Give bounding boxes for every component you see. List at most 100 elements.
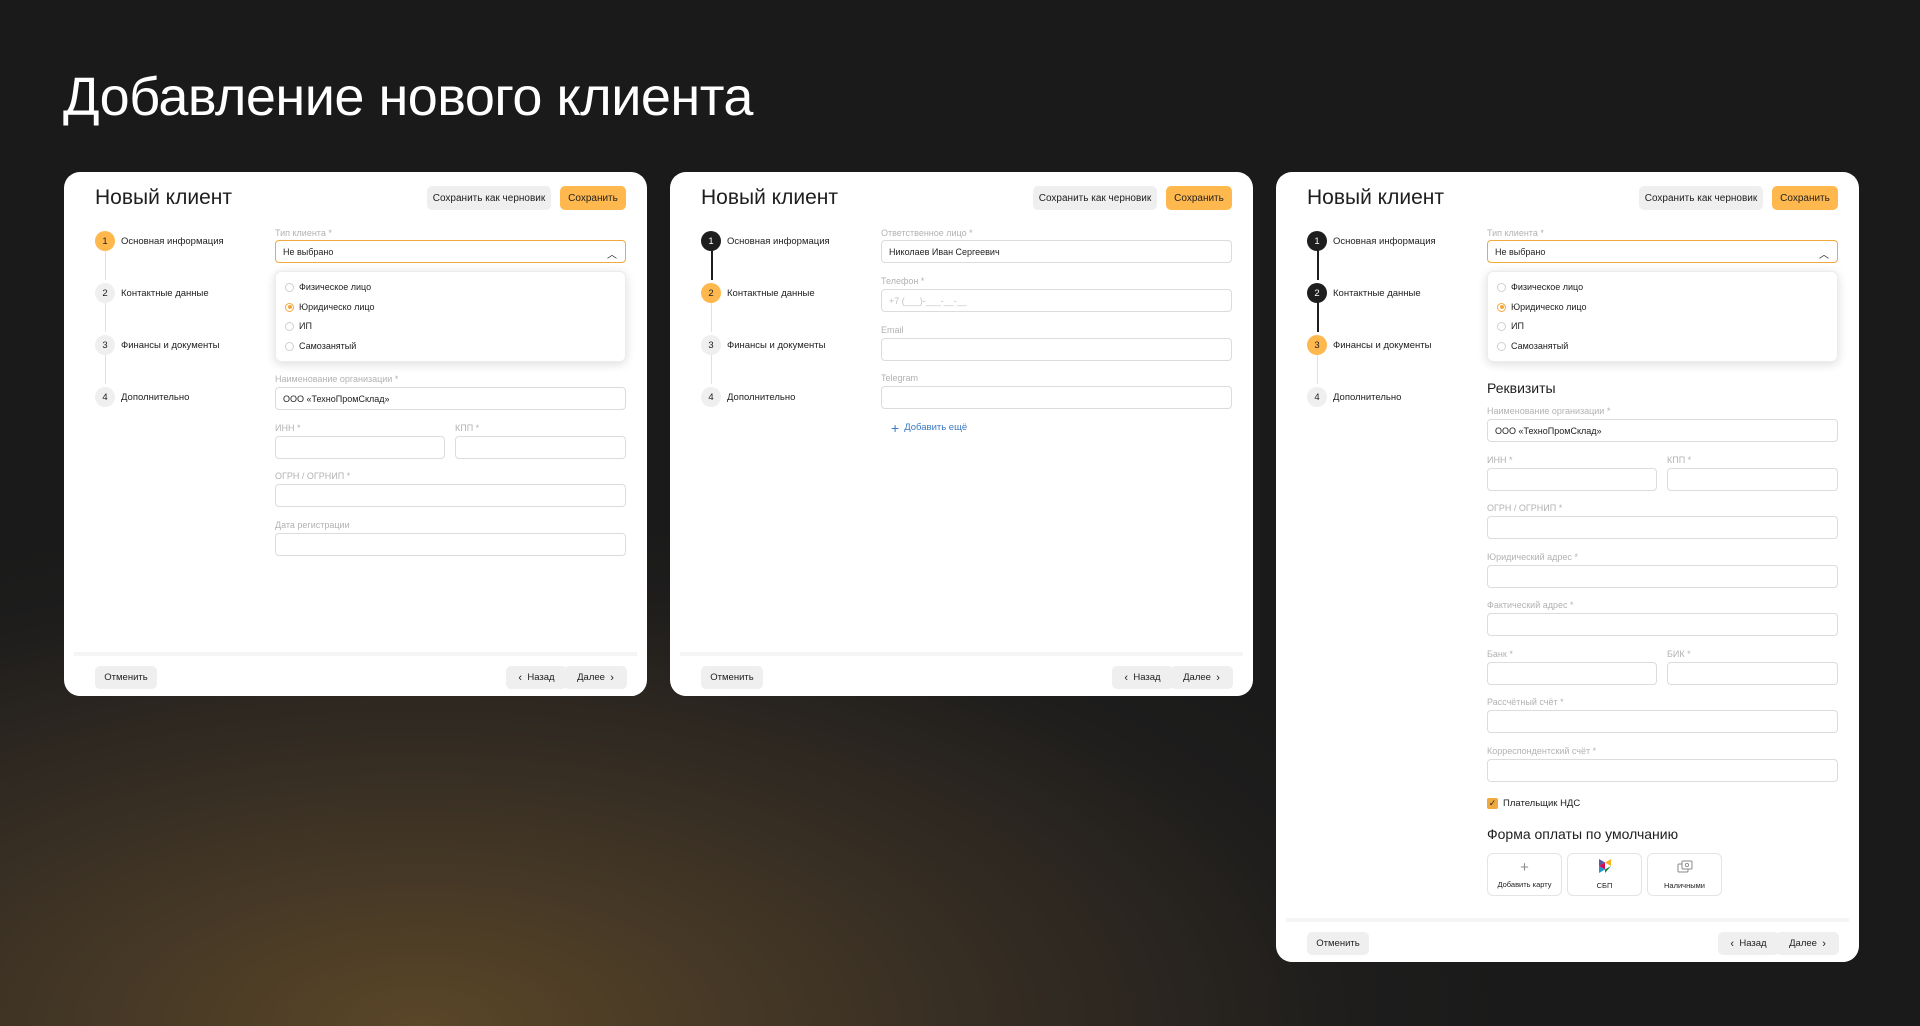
kpp-label: КПП * xyxy=(455,423,480,433)
account-label: Рассчётный счёт * xyxy=(1487,697,1564,707)
step-contacts[interactable]: 2 Контактные данные xyxy=(701,282,815,304)
chevron-right-icon: › xyxy=(610,671,614,684)
step-connector xyxy=(711,354,712,384)
option-individual[interactable]: Физическое лицо xyxy=(285,282,371,292)
option-self-employed[interactable]: Самозанятый xyxy=(285,341,356,351)
step-finance[interactable]: 3 Финансы и документы xyxy=(1307,334,1431,356)
next-button[interactable]: Далее › xyxy=(1776,932,1839,955)
option-legal-entity[interactable]: Юридическо лицо xyxy=(1497,302,1586,312)
step-number: 2 xyxy=(95,283,115,303)
step-finance[interactable]: 3 Финансы и документы xyxy=(701,334,825,356)
step-number: 1 xyxy=(1307,231,1327,251)
save-button[interactable]: Сохранить xyxy=(1166,186,1232,210)
payment-cash-tile[interactable]: Наличными xyxy=(1647,853,1722,896)
client-type-select[interactable]: Не выбрано ︿ xyxy=(1487,240,1838,263)
actual-address-input[interactable] xyxy=(1487,613,1838,636)
chevron-up-icon: ︿ xyxy=(1819,250,1829,261)
back-button[interactable]: ‹ Назад xyxy=(1112,666,1173,689)
option-legal-entity[interactable]: Юридическо лицо xyxy=(285,302,374,312)
radio-icon xyxy=(285,321,294,331)
chevron-right-icon: › xyxy=(1822,937,1826,950)
step-additional[interactable]: 4 Дополнительно xyxy=(701,386,795,408)
cancel-button[interactable]: Отменить xyxy=(701,666,763,689)
payment-sbp-tile[interactable]: СБП xyxy=(1567,853,1642,896)
save-button[interactable]: Сохранить xyxy=(1772,186,1838,210)
step-label: Основная информация xyxy=(1333,235,1436,247)
client-type-dropdown: Физическое лицо Юридическо лицо ИП Самоз… xyxy=(275,271,626,362)
option-individual[interactable]: Физическое лицо xyxy=(1497,282,1583,292)
step-additional[interactable]: 4 Дополнительно xyxy=(95,386,189,408)
save-button[interactable]: Сохранить xyxy=(560,186,626,210)
telegram-label: Telegram xyxy=(881,373,919,383)
corr-account-input[interactable] xyxy=(1487,759,1838,782)
card-footer: Отменить ‹ Назад Далее › xyxy=(1286,918,1849,962)
step-contacts[interactable]: 2 Контактные данные xyxy=(1307,282,1421,304)
email-input[interactable] xyxy=(881,338,1232,361)
step-number: 4 xyxy=(95,387,115,407)
org-name-input[interactable]: ООО «ТехноПромСклад» xyxy=(275,387,626,410)
inn-label: ИНН * xyxy=(275,423,301,433)
back-button[interactable]: ‹ Назад xyxy=(1718,932,1779,955)
step-additional[interactable]: 4 Дополнительно xyxy=(1307,386,1401,408)
ogrn-input[interactable] xyxy=(1487,516,1838,539)
next-button[interactable]: Далее › xyxy=(1170,666,1233,689)
reg-date-input[interactable] xyxy=(275,533,626,556)
vat-checkbox-row[interactable]: ✓ Плательщик НДС xyxy=(1487,798,1580,809)
account-input[interactable] xyxy=(1487,710,1838,733)
save-draft-button[interactable]: Сохранить как черновик xyxy=(1033,186,1157,210)
legal-address-input[interactable] xyxy=(1487,565,1838,588)
step-connector-done xyxy=(1317,302,1319,332)
client-type-value: Не выбрано xyxy=(1495,246,1546,257)
cancel-button[interactable]: Отменить xyxy=(95,666,157,689)
reg-date-label: Дата регистрации xyxy=(275,520,350,530)
client-type-label: Тип клиента * xyxy=(275,228,332,238)
kpp-input[interactable] xyxy=(1667,468,1838,491)
save-draft-button[interactable]: Сохранить как черновик xyxy=(1639,186,1763,210)
telegram-input[interactable] xyxy=(881,386,1232,409)
phone-input[interactable]: +7 (___)-___-__-__ xyxy=(881,289,1232,312)
responsible-input[interactable]: Николаев Иван Сергеевич xyxy=(881,240,1232,263)
next-button[interactable]: Далее › xyxy=(564,666,627,689)
step-label: Дополнительно xyxy=(121,391,190,403)
inn-input[interactable] xyxy=(1487,468,1657,491)
bank-input[interactable] xyxy=(1487,662,1657,685)
step-basic-info[interactable]: 1 Основная информация xyxy=(95,230,224,252)
step-label: Основная информация xyxy=(121,235,224,247)
step-number: 3 xyxy=(1307,335,1327,355)
org-name-label: Наименование организации * xyxy=(275,374,399,384)
step-label: Дополнительно xyxy=(727,391,796,403)
card-title: Новый клиент xyxy=(701,186,838,209)
org-name-label: Наименование организации * xyxy=(1487,406,1611,416)
org-name-input[interactable]: ООО «ТехноПромСклад» xyxy=(1487,419,1838,442)
step-number: 4 xyxy=(1307,387,1327,407)
step-label: Основная информация xyxy=(727,235,830,247)
add-more-link[interactable]: + Добавить ещё xyxy=(891,421,967,435)
ogrn-label: ОГРН / ОГРНИП * xyxy=(1487,503,1563,513)
card-header: Новый клиент Сохранить как черновик Сохр… xyxy=(1276,172,1859,232)
option-ip[interactable]: ИП xyxy=(285,321,312,331)
option-self-employed[interactable]: Самозанятый xyxy=(1497,341,1568,351)
payment-add-card-tile[interactable]: + Добавить карту xyxy=(1487,853,1562,896)
kpp-input[interactable] xyxy=(455,436,626,459)
client-type-select[interactable]: Не выбрано ︿ xyxy=(275,240,626,263)
cancel-button[interactable]: Отменить xyxy=(1307,932,1369,955)
step-number: 3 xyxy=(701,335,721,355)
back-button[interactable]: ‹ Назад xyxy=(506,666,567,689)
ogrn-input[interactable] xyxy=(275,484,626,507)
card-header: Новый клиент Сохранить как черновик Сохр… xyxy=(670,172,1253,232)
page-title: Добавление нового клиента xyxy=(63,67,753,127)
step-number: 3 xyxy=(95,335,115,355)
inn-input[interactable] xyxy=(275,436,445,459)
checkbox-checked-icon[interactable]: ✓ xyxy=(1487,798,1498,809)
step-basic-info[interactable]: 1 Основная информация xyxy=(1307,230,1436,252)
step-label: Контактные данные xyxy=(1333,287,1421,299)
save-draft-button[interactable]: Сохранить как черновик xyxy=(427,186,551,210)
step-connector-done xyxy=(1317,250,1319,280)
step-contacts[interactable]: 2 Контактные данные xyxy=(95,282,209,304)
card-header: Новый клиент Сохранить как черновик Сохр… xyxy=(64,172,647,232)
option-ip[interactable]: ИП xyxy=(1497,321,1524,331)
step-finance[interactable]: 3 Финансы и документы xyxy=(95,334,219,356)
plus-icon: + xyxy=(1520,859,1529,876)
step-basic-info[interactable]: 1 Основная информация xyxy=(701,230,830,252)
bik-input[interactable] xyxy=(1667,662,1838,685)
